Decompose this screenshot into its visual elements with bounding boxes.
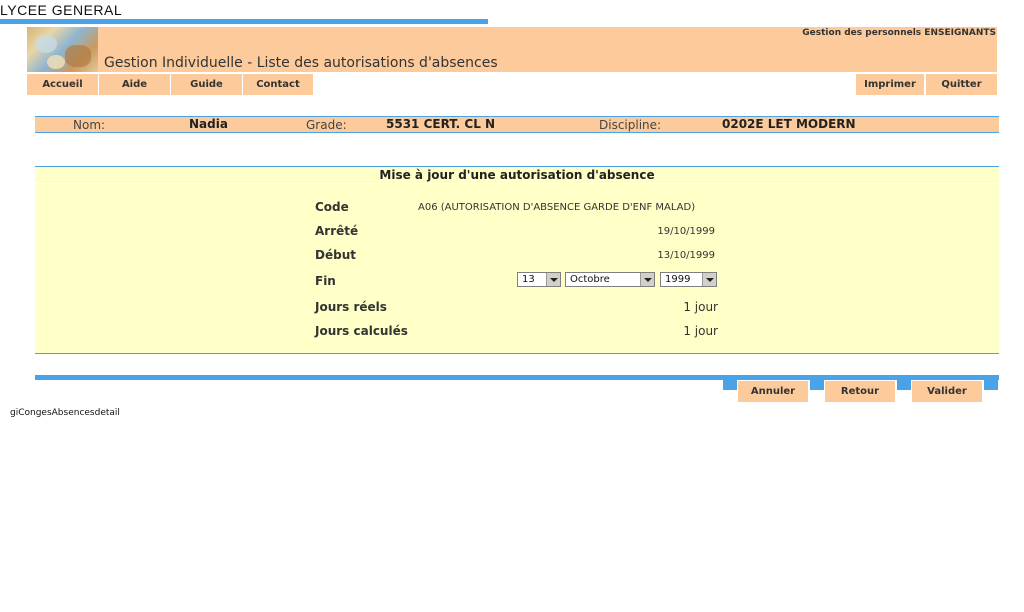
jours-reels-label: Jours réels [315, 300, 387, 314]
button-tab-accent [723, 380, 737, 390]
nav-accueil-button[interactable]: Accueil [27, 74, 98, 95]
panel-title: Mise à jour d'une autorisation d'absence [379, 168, 655, 182]
page-identifier: giCongesAbsencesdetail [10, 408, 120, 418]
top-divider [0, 19, 488, 24]
fin-day-select[interactable]: 13 [517, 272, 561, 287]
absence-form-panel [35, 167, 999, 353]
nom-value: Nadia [189, 117, 228, 131]
arrete-value: 19/10/1999 [657, 226, 715, 237]
header-subtitle: Gestion des personnels ENSEIGNANTS [802, 28, 996, 38]
discipline-value: 0202E LET MODERN [722, 117, 856, 131]
valider-button[interactable]: Valider [912, 381, 982, 402]
fin-month-value: Octobre [570, 274, 610, 285]
info-bottom-line [35, 132, 999, 133]
chevron-down-icon[interactable] [702, 273, 716, 286]
button-tab-accent [810, 380, 824, 390]
jours-reels-value: 1 jour [683, 300, 718, 314]
fin-year-value: 1999 [665, 274, 691, 285]
bottom-divider [35, 375, 999, 380]
debut-value: 13/10/1999 [657, 250, 715, 261]
fin-month-select[interactable]: Octobre [565, 272, 655, 287]
school-name: LYCEE GENERAL [0, 2, 123, 18]
nav-guide-button[interactable]: Guide [171, 74, 242, 95]
nav-aide-button[interactable]: Aide [99, 74, 170, 95]
chevron-down-icon[interactable] [546, 273, 560, 286]
grade-value: 5531 CERT. CL N [386, 117, 496, 131]
debut-label: Début [315, 248, 356, 262]
button-tab-accent [984, 380, 998, 390]
chevron-down-icon[interactable] [640, 273, 654, 286]
button-tab-accent [897, 380, 911, 390]
arrete-label: Arrêté [315, 224, 359, 238]
code-value: A06 (AUTORISATION D'ABSENCE GARDE D'ENF … [418, 202, 696, 213]
fin-label: Fin [315, 274, 336, 288]
jours-calcules-label: Jours calculés [315, 324, 408, 338]
retour-button[interactable]: Retour [825, 381, 895, 402]
grade-label: Grade: [306, 118, 347, 132]
panel-title-divider [35, 183, 999, 184]
nav-contact-button[interactable]: Contact [243, 74, 313, 95]
fin-year-select[interactable]: 1999 [660, 272, 717, 287]
annuler-button[interactable]: Annuler [738, 381, 808, 402]
nom-label: Nom: [73, 118, 106, 132]
panel-bottom-line [35, 353, 999, 354]
nav-imprimer-button[interactable]: Imprimer [856, 74, 924, 95]
fin-day-value: 13 [522, 274, 535, 285]
jours-calcules-value: 1 jour [683, 324, 718, 338]
code-label: Code [315, 200, 349, 214]
logo-image [27, 27, 98, 72]
nav-quitter-button[interactable]: Quitter [926, 74, 997, 95]
discipline-label: Discipline: [599, 118, 662, 132]
page-title: Gestion Individuelle - Liste des autoris… [104, 55, 498, 71]
